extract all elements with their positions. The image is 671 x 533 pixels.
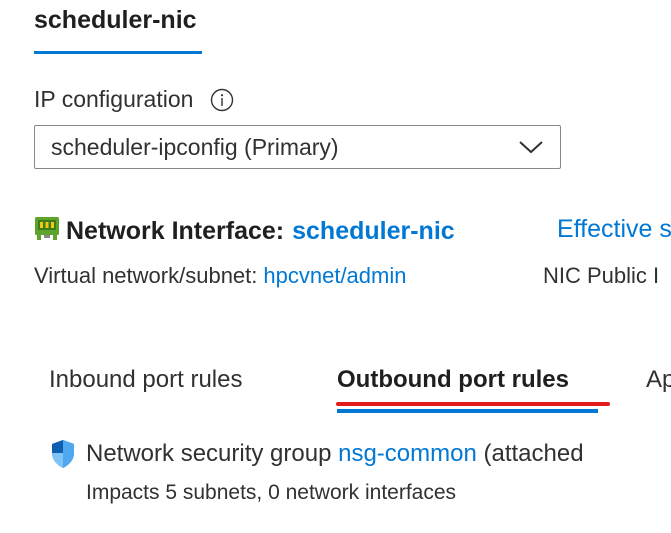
nic-networking-page: scheduler-nic IP configuration scheduler…	[0, 0, 671, 533]
nsg-suffix: (attached	[483, 440, 584, 467]
shield-icon	[52, 440, 74, 468]
nic-tab-title[interactable]: scheduler-nic	[34, 6, 197, 35]
virtual-network-label: Virtual network/subnet:	[34, 263, 258, 288]
effective-security-rules-link[interactable]: Effective s	[557, 215, 671, 244]
network-interface-icon	[35, 217, 59, 240]
network-interface-heading: Network Interface: scheduler-nic	[34, 213, 455, 249]
chevron-down-icon	[519, 141, 543, 154]
ip-configuration-selected: scheduler-ipconfig (Primary)	[51, 133, 339, 160]
info-icon[interactable]	[210, 88, 234, 112]
ip-configuration-label-text: IP configuration	[34, 86, 194, 112]
virtual-network-link[interactable]: hpcvnet/admin	[263, 263, 406, 288]
nsg-description: Network security group nsg-common (attac…	[86, 440, 584, 468]
annotation-highlight	[336, 402, 610, 406]
virtual-network-row: Virtual network/subnet: hpcvnet/admin	[34, 263, 406, 289]
nic-tab-underline	[34, 51, 202, 54]
nsg-link[interactable]: nsg-common	[338, 440, 477, 467]
tab-inbound-port-rules[interactable]: Inbound port rules	[49, 366, 242, 394]
ip-configuration-dropdown[interactable]: scheduler-ipconfig (Primary)	[34, 125, 561, 169]
nsg-impacts-text: Impacts 5 subnets, 0 network interfaces	[86, 481, 457, 504]
network-interface-label: Network Interface:	[66, 216, 285, 245]
active-tab-underline	[337, 409, 598, 413]
nic-public-ip-label: NIC Public I	[543, 263, 660, 288]
tab-outbound-port-rules[interactable]: Outbound port rules	[337, 366, 569, 394]
ip-configuration-label: IP configuration	[34, 86, 234, 113]
nsg-prefix: Network security group	[86, 440, 332, 467]
tab-application-security-groups[interactable]: Ap	[646, 366, 671, 394]
network-security-group-row: Network security group nsg-common (attac…	[50, 440, 584, 469]
network-interface-link[interactable]: scheduler-nic	[292, 217, 455, 246]
